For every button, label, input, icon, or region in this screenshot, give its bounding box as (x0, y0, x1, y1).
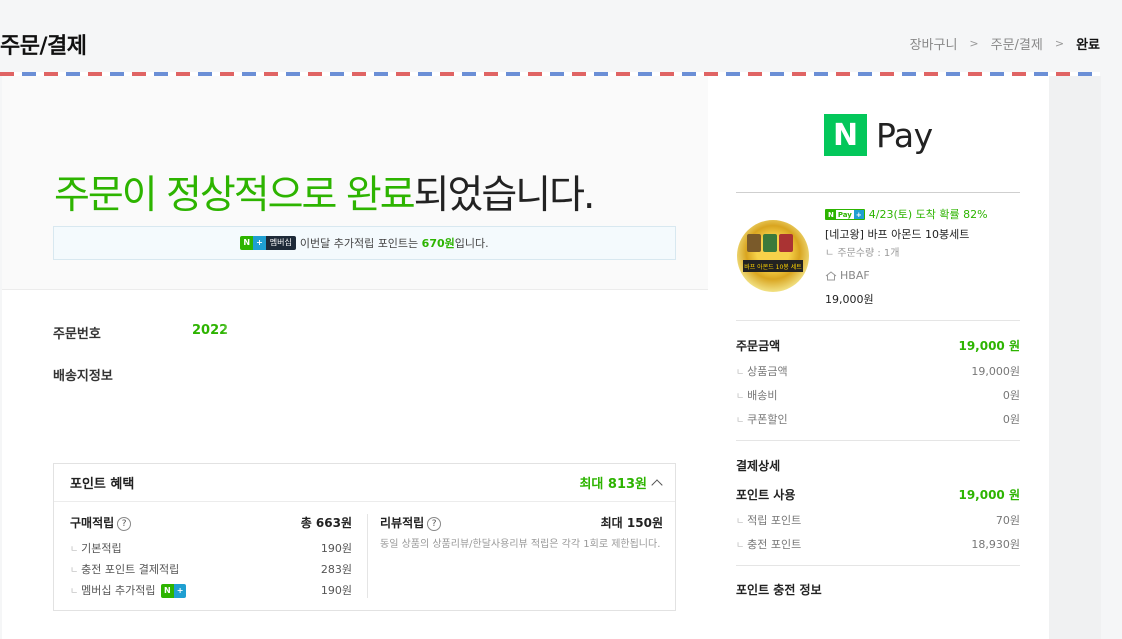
review-points-column: 리뷰적립? 최대 150원 동일 상품의 상품리뷰/한달사용리뷰 적립은 각각 … (380, 514, 663, 553)
product-quantity: ㄴ 주문수량 : 1개 (825, 248, 900, 259)
product-name[interactable]: [네고왕] 바프 아몬드 10봉세트 (825, 226, 969, 242)
divider (736, 192, 1020, 193)
help-icon[interactable]: ? (117, 516, 132, 531)
redacted-shipping-3 (170, 406, 614, 434)
npay-plus-badge: N Pay + (825, 208, 865, 220)
point-use-detail: 적립 포인트70원 (736, 512, 1020, 528)
list-item: 기본적립190원 (70, 537, 352, 558)
order-complete-card: 주문이 정상적으로 완료되었습니다. N + 멤버십 이번달 추가적립 포인트는… (2, 76, 708, 639)
redacted-shipping-1 (170, 352, 250, 382)
divider (736, 440, 1020, 441)
npay-plus-membership-badge: N + 멤버십 (240, 236, 296, 250)
completion-headline: 주문이 정상적으로 완료되었습니다. (54, 164, 596, 220)
headline-rest: 되었습니다. (413, 173, 596, 218)
purchase-points-title: 구매적립? (70, 514, 132, 531)
shipping-info-label: 배송지정보 (53, 369, 113, 384)
order-amount-detail: 상품금액19,000원 (736, 363, 1020, 379)
page-title: 주문/결제 (0, 34, 87, 59)
list-item: 충전 포인트 결제적립283원 (70, 558, 352, 579)
redacted-shipping-2 (170, 380, 300, 402)
divider (736, 565, 1020, 566)
points-benefit-panel: 포인트 혜택 최대 813원 구매적립? 총 663원 기본적립190원 충전 … (53, 463, 676, 611)
purchase-points-total: 총 663원 (300, 516, 352, 530)
headline-green: 주문이 정상적으로 완료 (54, 173, 416, 218)
order-number-value: 2022 (192, 323, 229, 338)
payment-summary-card: N Pay 바프 아몬드 10봉 세트 N Pay + 4/23(토) 도착 확률 … (708, 76, 1049, 639)
home-icon (825, 270, 837, 281)
payment-detail-title: 결제상세 (736, 459, 781, 473)
order-number-label: 주문번호 (53, 327, 101, 342)
breadcrumb-cart[interactable]: 장바구니 (910, 34, 958, 53)
redacted-order-number (228, 312, 348, 348)
point-use-detail: 충전 포인트18,930원 (736, 536, 1020, 552)
product-price: 19,000원 (825, 293, 874, 306)
side-background (1049, 76, 1101, 639)
chevron-right-icon: > (1054, 37, 1065, 50)
breadcrumb-order[interactable]: 주문/결제 (991, 34, 1043, 53)
points-benefit-max[interactable]: 최대 813원 (579, 473, 663, 492)
points-benefit-title: 포인트 혜택 (70, 477, 135, 492)
purchase-points-column: 구매적립? 총 663원 기본적립190원 충전 포인트 결제적립283원 멤버… (70, 514, 352, 600)
notice-text: 이번달 추가적립 포인트는 670원입니다. (299, 237, 489, 250)
review-points-title: 리뷰적립? (380, 514, 442, 531)
npay-logo: N Pay (824, 114, 933, 156)
breadcrumb-complete: 완료 (1076, 38, 1100, 53)
npay-text: Pay (876, 115, 933, 155)
help-icon[interactable]: ? (427, 516, 442, 531)
point-charge-info-title: 포인트 충전 정보 (736, 583, 822, 597)
order-amount-detail: 배송비0원 (736, 387, 1020, 403)
column-divider (367, 514, 368, 598)
delivery-estimate: N Pay + 4/23(토) 도착 확률 82% (825, 206, 988, 222)
order-amount-row: 주문금액 19,000 원 (736, 339, 1020, 353)
seller-name[interactable]: HBAF (825, 269, 870, 282)
breadcrumb: 장바구니 > 주문/결제 > 완료 (910, 34, 1100, 53)
divider (736, 320, 1020, 321)
chevron-right-icon: > (969, 37, 979, 50)
membership-notice: N + 멤버십 이번달 추가적립 포인트는 670원입니다. (53, 226, 676, 260)
points-benefit-header[interactable]: 포인트 혜택 최대 813원 (54, 464, 675, 502)
review-points-desc: 동일 상품의 상품리뷰/한달사용리뷰 적립은 각각 1회로 제한됩니다. (380, 539, 661, 550)
chevron-up-icon[interactable] (651, 478, 663, 491)
npay-n-icon: N (824, 114, 867, 156)
review-points-total: 최대 150원 (600, 516, 663, 530)
list-item: 멤버십 추가적립 N+ 190원 (70, 579, 352, 600)
point-use-row: 포인트 사용 19,000 원 (736, 488, 1020, 502)
order-amount-detail: 쿠폰할인0원 (736, 411, 1020, 427)
product-thumbnail[interactable]: 바프 아몬드 10봉 세트 (737, 220, 809, 292)
npay-plus-badge: N + (161, 583, 187, 598)
